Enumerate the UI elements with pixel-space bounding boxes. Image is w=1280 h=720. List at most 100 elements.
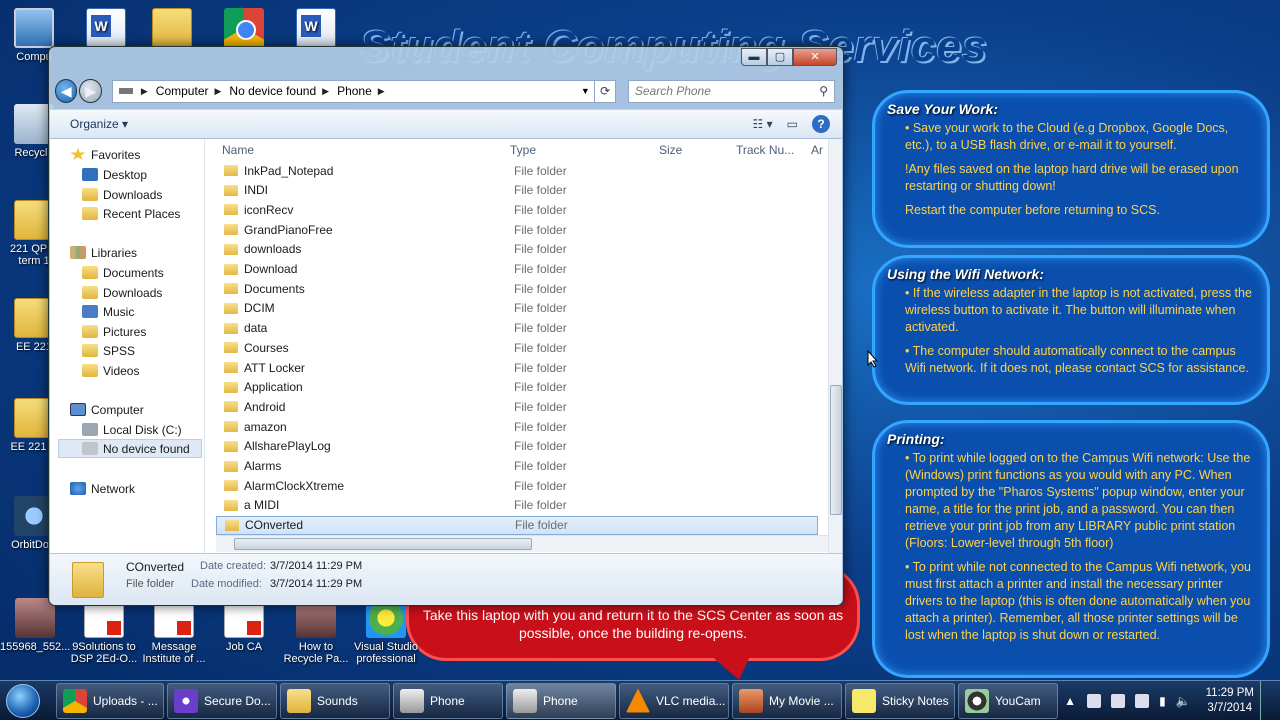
taskbar-button-phone-active[interactable]: Phone bbox=[506, 682, 616, 719]
battery-icon[interactable] bbox=[1135, 693, 1150, 708]
folder-icon bbox=[82, 364, 98, 377]
breadcrumb-no-device[interactable]: No device found bbox=[229, 84, 316, 98]
table-row[interactable]: Courses File folder bbox=[216, 338, 818, 357]
desktop-icon-pdf[interactable]: Message Institute of ... bbox=[140, 598, 208, 665]
desktop-icon-visual-studio[interactable]: Visual Studio professional bbox=[352, 598, 420, 665]
desktop-icon-pdf[interactable]: Job CA bbox=[212, 598, 276, 653]
clock[interactable]: 11:29 PM 3/7/2014 bbox=[1206, 686, 1254, 716]
table-row[interactable]: GrandPianoFree File folder bbox=[216, 220, 818, 239]
tray-app-icon[interactable] bbox=[1087, 693, 1102, 708]
column-track-number[interactable]: Track Nu... bbox=[736, 143, 794, 157]
desktop-icon-folder[interactable] bbox=[140, 8, 204, 51]
column-artist[interactable]: Ar bbox=[811, 143, 823, 157]
show-desktop-button[interactable] bbox=[1260, 680, 1272, 720]
table-row[interactable]: DCIM File folder bbox=[216, 299, 818, 318]
minimize-button[interactable]: ▬ bbox=[741, 48, 767, 66]
table-row[interactable]: data File folder bbox=[216, 319, 818, 338]
close-button[interactable]: ✕ bbox=[793, 48, 837, 66]
breadcrumb-phone[interactable]: Phone bbox=[337, 84, 372, 98]
horizontal-scroll-thumb[interactable] bbox=[234, 538, 532, 550]
table-row[interactable]: INDI File folder bbox=[216, 181, 818, 200]
taskbar-button-movie-maker[interactable]: My Movie ... bbox=[732, 682, 842, 719]
taskbar-button-sounds[interactable]: Sounds bbox=[280, 682, 390, 719]
nav-lib-downloads[interactable]: Downloads bbox=[82, 283, 162, 302]
details-pane: COnverted File folder Date created: 3/7/… bbox=[50, 553, 842, 605]
nav-favorites[interactable]: Favorites bbox=[70, 145, 140, 164]
table-row[interactable]: Download File folder bbox=[216, 260, 818, 279]
nav-documents[interactable]: Documents bbox=[82, 263, 164, 282]
horizontal-scrollbar[interactable] bbox=[216, 535, 828, 552]
table-row[interactable]: Application File folder bbox=[216, 378, 818, 397]
taskbar-button-secure-download[interactable]: Secure Do... bbox=[167, 682, 277, 719]
nav-spss[interactable]: SPSS bbox=[82, 341, 135, 360]
column-type[interactable]: Type bbox=[510, 143, 536, 157]
column-name[interactable]: Name bbox=[222, 143, 254, 157]
table-row[interactable]: Alarms File folder bbox=[216, 457, 818, 476]
bubble-title: Printing: bbox=[887, 431, 945, 447]
desktop-icon-word[interactable] bbox=[74, 8, 138, 51]
table-row[interactable]: downloads File folder bbox=[216, 240, 818, 259]
breadcrumb-computer[interactable]: Computer bbox=[156, 84, 209, 98]
nav-downloads[interactable]: Downloads bbox=[82, 185, 162, 204]
vertical-scroll-thumb[interactable] bbox=[830, 385, 842, 515]
table-row[interactable]: iconRecv File folder bbox=[216, 200, 818, 219]
table-row[interactable]: Documents File folder bbox=[216, 279, 818, 298]
nav-local-disk[interactable]: Local Disk (C:) bbox=[82, 420, 182, 439]
organize-button[interactable]: Organize ▾ bbox=[70, 117, 128, 131]
table-row[interactable]: AlarmClockXtreme File folder bbox=[216, 476, 818, 495]
nav-recent-places[interactable]: Recent Places bbox=[82, 204, 180, 223]
forward-button[interactable]: ▶ bbox=[79, 79, 102, 103]
tray-app-icon[interactable] bbox=[1111, 693, 1126, 708]
nav-videos[interactable]: Videos bbox=[82, 361, 139, 380]
chevron-right-icon[interactable]: ▶ bbox=[378, 86, 385, 97]
desktop-icon-image[interactable]: How to Recycle Pa... bbox=[282, 598, 350, 665]
nav-libraries[interactable]: Libraries bbox=[70, 243, 137, 262]
signal-icon[interactable]: ▮ bbox=[1159, 694, 1166, 708]
nav-no-device[interactable]: No device found bbox=[58, 439, 202, 458]
table-row[interactable]: amazon File folder bbox=[216, 417, 818, 436]
address-dropdown-icon[interactable]: ▼ bbox=[576, 86, 594, 96]
nav-desktop[interactable]: Desktop bbox=[82, 165, 147, 184]
table-row[interactable]: Android File folder bbox=[216, 397, 818, 416]
preview-pane-icon[interactable]: ▭ bbox=[787, 117, 798, 131]
show-hidden-icons-icon[interactable]: ▲ bbox=[1064, 694, 1076, 708]
desktop-icon-word[interactable] bbox=[284, 8, 348, 51]
start-button[interactable] bbox=[0, 681, 46, 720]
vertical-scrollbar[interactable] bbox=[828, 139, 842, 553]
chevron-right-icon[interactable]: ▶ bbox=[214, 86, 221, 97]
desktop-icon-pdf[interactable]: 9Solutions to DSP 2Ed-O... bbox=[70, 598, 138, 665]
file-name: INDI bbox=[244, 183, 268, 198]
volume-icon[interactable]: 🔈 bbox=[1176, 694, 1191, 708]
chevron-right-icon[interactable]: ▶ bbox=[141, 86, 148, 97]
file-type: File folder bbox=[514, 498, 567, 513]
address-bar[interactable]: ▶ Computer ▶ No device found ▶ Phone ▶ ▼ bbox=[111, 79, 596, 103]
table-row[interactable]: AllsharePlayLog File folder bbox=[216, 437, 818, 456]
table-row[interactable]: ATT Locker File folder bbox=[216, 358, 818, 377]
desktop-icon-chrome[interactable] bbox=[212, 8, 276, 51]
refresh-button[interactable]: ⟳ bbox=[595, 79, 616, 103]
nav-label: Libraries bbox=[91, 245, 138, 260]
taskbar-button-chrome[interactable]: Uploads - ... bbox=[56, 682, 164, 719]
nav-pictures[interactable]: Pictures bbox=[82, 322, 146, 341]
table-row[interactable]: a MIDI File folder bbox=[216, 496, 818, 515]
back-button[interactable]: ◀ bbox=[55, 79, 78, 103]
view-tools: ☷ ▾ ▭ ? bbox=[753, 115, 842, 133]
nav-music[interactable]: Music bbox=[82, 302, 134, 321]
chevron-right-icon[interactable]: ▶ bbox=[322, 86, 329, 97]
table-row[interactable]: InkPad_Notepad File folder bbox=[216, 161, 818, 180]
column-size[interactable]: Size bbox=[659, 143, 682, 157]
taskbar-button-vlc[interactable]: VLC media... bbox=[619, 682, 729, 719]
computer-icon bbox=[14, 8, 54, 48]
maximize-button[interactable]: ▢ bbox=[767, 48, 793, 66]
view-options-icon[interactable]: ☷ ▾ bbox=[753, 117, 773, 131]
help-icon[interactable]: ? bbox=[812, 115, 830, 133]
taskbar-button-youcam[interactable]: YouCam bbox=[958, 682, 1058, 719]
taskbar-button-sticky-notes[interactable]: Sticky Notes bbox=[845, 682, 955, 719]
desktop-icon-image[interactable]: 155968_552... bbox=[0, 598, 70, 653]
table-row-selected[interactable]: COnverted File folder bbox=[216, 515, 818, 535]
nav-network[interactable]: Network bbox=[70, 479, 135, 498]
taskbar-button-phone[interactable]: Phone bbox=[393, 682, 503, 719]
search-input[interactable]: Search Phone ⚲ bbox=[627, 79, 835, 103]
file-type: File folder bbox=[514, 262, 567, 276]
nav-computer[interactable]: Computer bbox=[70, 400, 144, 419]
